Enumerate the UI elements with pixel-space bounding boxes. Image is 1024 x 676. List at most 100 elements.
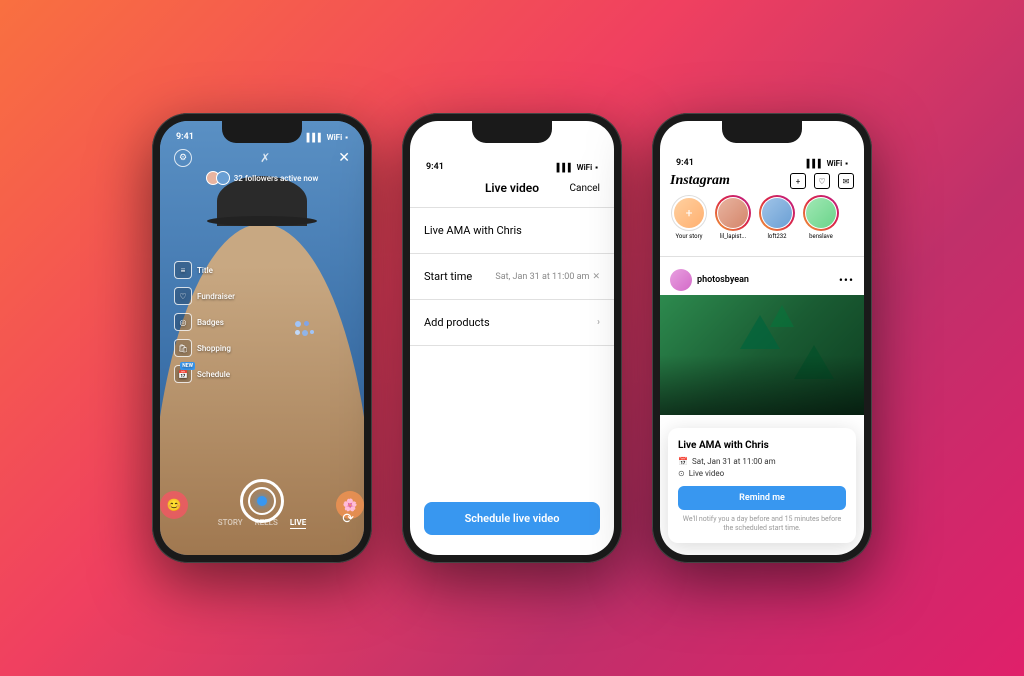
add-icon[interactable]: + <box>790 173 806 189</box>
live-video-icon: ⊙ <box>678 469 685 478</box>
schedule-icon: 📅 NEW <box>174 365 192 383</box>
schedule-content: 9:41 ▌▌▌ WiFi ▪ Live video Cancel Live A… <box>410 121 614 555</box>
divider-2 <box>410 253 614 254</box>
mode-reels[interactable]: REELS <box>255 518 278 529</box>
story-name-1: lil_lapist... <box>720 233 746 240</box>
signal-icon-1: ▌▌▌ <box>307 133 324 142</box>
badges-icon: ◎ <box>174 313 192 331</box>
story-name-your: Your story <box>675 233 702 240</box>
mode-story[interactable]: STORY <box>218 518 243 529</box>
notif-type: ⊙ Live video <box>678 469 846 478</box>
status-bar-2: 9:41 ▌▌▌ WiFi ▪ <box>410 151 614 177</box>
shopping-label: Shopping <box>197 344 231 353</box>
flip-camera-icon[interactable]: ⟳ <box>342 511 354 527</box>
reaction-dots <box>295 321 314 336</box>
story-avatar-2 <box>762 198 792 228</box>
cancel-button[interactable]: Cancel <box>570 183 600 194</box>
status-icons-2: ▌▌▌ WiFi ▪ <box>557 163 598 172</box>
battery-icon-1: ▪ <box>345 133 348 142</box>
your-story-ring: + <box>671 195 707 231</box>
followers-bar: 32 followers active now <box>160 171 364 185</box>
menu-title[interactable]: ≡ Title <box>174 261 235 279</box>
start-time-value: Sat, Jan 31 at 11:00 am ✕ <box>495 272 600 282</box>
notif-title: Live AMA with Chris <box>678 440 846 451</box>
status-time-1: 9:41 <box>176 132 194 142</box>
story-avatar-1 <box>718 198 748 228</box>
flash-off-icon[interactable]: ✗ <box>260 151 270 165</box>
badges-label: Badges <box>197 318 224 327</box>
record-button[interactable] <box>240 479 284 523</box>
triangle-3 <box>770 305 794 327</box>
status-time-2: 9:41 <box>426 162 444 172</box>
story-ring-3 <box>803 195 839 231</box>
title-icon: ≡ <box>174 261 192 279</box>
schedule-title: Live video <box>485 181 539 195</box>
menu-shopping[interactable]: 🛍 Shopping <box>174 339 235 357</box>
divider-3 <box>410 299 614 300</box>
schedule-live-button[interactable]: Schedule live video <box>424 502 600 535</box>
post-options-icon[interactable]: ••• <box>839 273 854 287</box>
ig-action-icons: + ♡ ✉ <box>790 173 854 189</box>
phone-schedule-live: 9:41 ▌▌▌ WiFi ▪ Live video Cancel Live A… <box>402 113 622 563</box>
post-username: photosbyean <box>697 275 749 285</box>
instagram-logo: Instagram <box>670 173 730 189</box>
live-title-field[interactable]: Live AMA with Chris <box>410 216 614 245</box>
avatar-2 <box>216 171 230 185</box>
status-icons-3: ▌▌▌ WiFi ▪ <box>807 159 848 168</box>
story-2[interactable]: loft232 <box>758 195 796 240</box>
signal-icon-3: ▌▌▌ <box>807 159 824 168</box>
post-image <box>660 295 864 415</box>
story-name-3: benslave <box>809 233 833 240</box>
live-dot <box>257 496 267 506</box>
add-products-label: Add products <box>424 316 490 329</box>
story-1[interactable]: lil_lapist... <box>714 195 752 240</box>
live-top-bar: ⚙ ✗ ✕ <box>160 149 364 167</box>
divider-1 <box>410 207 614 208</box>
start-time-row[interactable]: Start time Sat, Jan 31 at 11:00 am ✕ <box>410 262 614 291</box>
story-your[interactable]: + Your story <box>670 195 708 240</box>
calendar-icon: 📅 <box>678 457 688 466</box>
messenger-icon[interactable]: ✉ <box>838 173 854 189</box>
notch-1 <box>222 121 302 143</box>
live-bottom-controls: 😊 🌸 STORY REELS LIVE <box>160 479 364 535</box>
schedule-label: Schedule <box>197 370 230 379</box>
battery-icon-3: ▪ <box>845 159 848 168</box>
emoji-button-1[interactable]: 😊 <box>160 491 188 519</box>
mode-live[interactable]: LIVE <box>290 518 306 529</box>
notification-popup: Live AMA with Chris 📅 Sat, Jan 31 at 11:… <box>668 428 856 543</box>
menu-badges[interactable]: ◎ Badges <box>174 313 235 331</box>
signal-icon-2: ▌▌▌ <box>557 163 574 172</box>
live-menu: ≡ Title ♡ Fundraiser ◎ Badges 🛍 Shopping… <box>174 261 235 383</box>
shopping-icon: 🛍 <box>174 339 192 357</box>
followers-text: 32 followers active now <box>234 174 319 183</box>
add-products-row[interactable]: Add products › <box>410 308 614 337</box>
notif-date: 📅 Sat, Jan 31 at 11:00 am <box>678 457 846 466</box>
wifi-icon-1: WiFi <box>327 133 343 142</box>
heart-icon[interactable]: ♡ <box>814 173 830 189</box>
your-story-avatar: + <box>674 198 704 228</box>
fundraiser-icon: ♡ <box>174 287 192 305</box>
status-time-3: 9:41 <box>676 158 694 168</box>
story-ring-1 <box>715 195 751 231</box>
story-avatar-3 <box>806 198 836 228</box>
post-user: photosbyean <box>670 269 749 291</box>
close-icon[interactable]: ✕ <box>338 150 350 166</box>
status-bar-3: 9:41 ▌▌▌ WiFi ▪ <box>660 147 864 173</box>
settings-icon[interactable]: ⚙ <box>174 149 192 167</box>
remind-me-button[interactable]: Remind me <box>678 486 846 510</box>
menu-fundraiser[interactable]: ♡ Fundraiser <box>174 287 235 305</box>
clear-date-icon[interactable]: ✕ <box>592 272 600 282</box>
live-title-value: Live AMA with Chris <box>424 224 600 237</box>
post-header: photosbyean ••• <box>660 265 864 295</box>
followers-avatars <box>206 171 230 185</box>
battery-icon-2: ▪ <box>595 163 598 172</box>
camera-mode-bar: STORY REELS LIVE <box>160 518 364 529</box>
story-3[interactable]: benslave <box>802 195 840 240</box>
story-ring-2 <box>759 195 795 231</box>
menu-schedule[interactable]: 📅 NEW Schedule <box>174 365 235 383</box>
wifi-icon-3: WiFi <box>827 159 843 168</box>
notch-2 <box>472 121 552 143</box>
fundraiser-label: Fundraiser <box>197 292 235 301</box>
post-overlay <box>660 355 864 415</box>
new-badge: NEW <box>180 362 195 370</box>
